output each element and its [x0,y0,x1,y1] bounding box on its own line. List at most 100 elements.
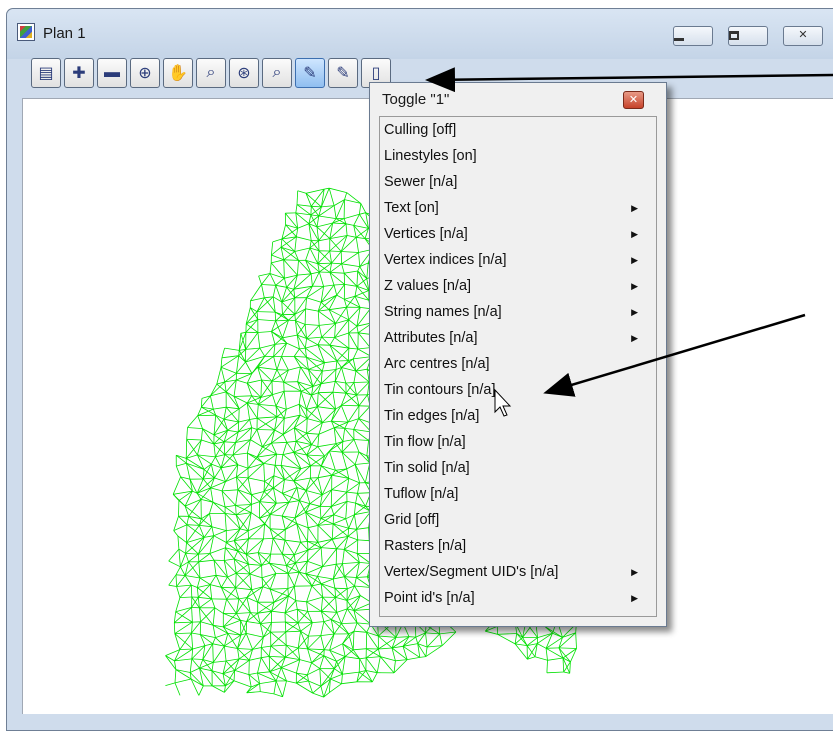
mesh-edge [260,691,274,695]
mesh-edge [358,394,368,407]
zoom-in-button[interactable]: ✚ [64,58,94,88]
mesh-edge [225,542,227,548]
mesh-edge [558,647,577,649]
mesh-edge [296,682,313,694]
mesh-edge [306,432,319,435]
pan-button[interactable]: ✋ [163,58,193,88]
menu-item[interactable]: Vertices [n/a] ▶ [380,223,650,245]
menu-item[interactable]: Linestyles [on] [380,145,650,167]
mesh-edge [285,630,301,633]
menu-item[interactable]: Culling [off] [380,119,650,141]
mesh-edge [174,621,193,624]
mesh-edge [284,612,299,624]
mesh-edge [269,262,272,274]
zoom-extent-button[interactable]: ⊕ [130,58,160,88]
mesh-edge [257,319,276,322]
menu-item[interactable]: Arc centres [n/a] [380,353,650,375]
menu-item[interactable]: Attributes [n/a] ▶ [380,327,650,349]
menu-item[interactable]: Vertex indices [n/a] ▶ [380,249,650,271]
menu-item[interactable]: Tin solid [n/a] [380,457,650,479]
menu-item-label: Arc centres [n/a] [384,356,490,372]
mesh-edge [257,331,272,333]
toggle-menu-list: Culling [off] Linestyles [on] Sewer [n/a] T… [379,116,657,617]
mesh-edge [201,398,203,408]
zoom-window-button[interactable]: ⌕ [262,58,292,88]
mesh-edge [353,439,369,441]
menu-item[interactable]: Vertex/Segment UID's [n/a] ▶ [380,561,650,583]
menu-item[interactable]: Tin edges [n/a] [380,405,650,427]
mesh-edge [237,464,249,469]
zoom-region-button[interactable]: ⌕ [196,58,226,88]
mesh-edge [165,682,176,686]
mesh-edge [245,332,259,350]
mesh-edge [238,649,253,660]
toggle-menu: Toggle "1" ✕ Culling [off] Linestyles [on… [369,82,667,627]
mesh-edge [215,633,229,638]
mesh-edge [185,553,189,562]
mesh-edge [333,514,346,520]
save-plot-button[interactable]: ▤ [31,58,61,88]
menu-item[interactable]: Point id's [n/a] ▶ [380,587,650,609]
mesh-edge [341,263,345,274]
mesh-edge [294,586,297,601]
mesh-edge [191,584,198,588]
menu-item-label: String names [n/a] [384,304,502,320]
mesh-edge [393,659,408,674]
mesh-edge [317,465,322,478]
mesh-edge [353,630,367,633]
mesh-edge [347,536,358,541]
menu-item[interactable]: Grid [off] [380,509,650,531]
mesh-edge [282,442,288,455]
menu-item[interactable]: Text [on] ▶ [380,197,650,219]
mesh-edge [210,487,223,492]
menu-item[interactable]: Rasters [n/a] [380,535,650,557]
mesh-edge [288,500,300,503]
mesh-edge [190,585,193,598]
zoom-reset-button[interactable]: ⊛ [229,58,259,88]
mesh-edge [319,506,322,519]
mesh-edge [336,284,345,296]
mesh-edge [298,260,312,275]
maximize-button[interactable] [728,26,768,46]
mesh-edge [273,595,289,603]
mesh-edge [179,596,192,598]
mesh-edge [379,656,395,674]
zoom-out-button[interactable]: ▬ [97,58,127,88]
mesh-edge [356,270,359,287]
close-button[interactable]: ✕ [783,26,823,46]
tool-button[interactable]: ✎ [328,58,358,88]
menu-item-label: Vertex/Segment UID's [n/a] [384,564,559,580]
mesh-edge [331,405,342,422]
mesh-edge [345,223,354,226]
mesh-edge [174,632,192,634]
mesh-edge [295,600,307,603]
title-bar[interactable]: Plan 1 ✕ [7,9,833,59]
toggle-button[interactable]: ✎ [295,58,325,88]
mesh-edge [497,633,517,635]
mesh-edge [321,323,336,338]
mesh-edge [321,547,337,550]
mesh-edge [172,476,181,495]
mesh-edge [352,631,355,650]
mesh-edge [263,463,265,482]
mesh-edge [317,392,319,407]
mesh-edge [259,501,271,515]
mesh-edge [282,427,295,435]
menu-item[interactable]: Tin contours [n/a] [380,379,650,401]
mesh-edge [285,622,299,633]
menu-item[interactable]: Z values [n/a] ▶ [380,275,650,297]
mesh-edge [307,549,309,562]
menu-close-button[interactable]: ✕ [623,91,644,109]
menu-item[interactable]: Tuflow [n/a] [380,483,650,505]
mesh-edge [342,671,360,675]
menu-item[interactable]: Sewer [n/a] [380,171,650,193]
mesh-edge [321,362,325,372]
mesh-edge [233,550,239,560]
menu-item[interactable]: String names [n/a] ▶ [380,301,650,323]
mesh-edge [366,632,379,650]
mesh-edge [341,263,360,267]
mesh-edge [320,583,323,598]
menu-item[interactable]: Tin flow [n/a] [380,431,650,453]
minimize-button[interactable] [673,26,713,46]
mesh-edge [240,619,247,622]
